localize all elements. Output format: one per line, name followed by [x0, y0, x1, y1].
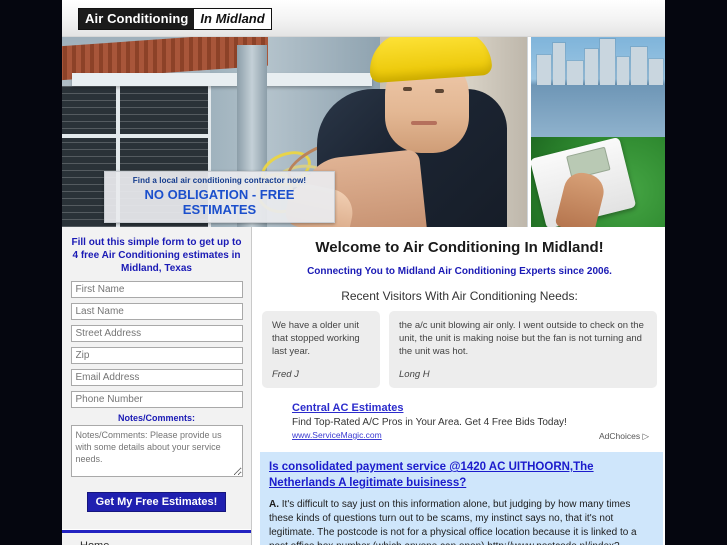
ad-title-link[interactable]: Central AC Estimates [292, 402, 403, 414]
first-name-input[interactable] [70, 281, 243, 298]
answer-prefix: A. [269, 499, 279, 511]
ad-description: Find Top-Rated A/C Pros in Your Area. Ge… [292, 417, 567, 429]
visitor-text: the a/c unit blowing air only. I went ou… [399, 320, 644, 358]
visitor-name: Fred J [272, 369, 299, 381]
notes-label: Notes/Comments: [117, 413, 195, 423]
adchoices-text: AdChoices [598, 431, 641, 442]
page-subtitle: Connecting You to Midland Air Conditioni… [307, 266, 612, 278]
hero-cta-line2: NO OBLIGATION - FREE ESTIMATES [144, 187, 295, 217]
hero-side-images [528, 37, 665, 227]
visitor-card: the a/c unit blowing air only. I went ou… [389, 311, 657, 389]
advertisement-block: Central AC Estimates Find Top-Rated A/C … [262, 400, 657, 442]
last-name-input[interactable] [70, 303, 243, 320]
adchoices-label[interactable]: AdChoices ▷ [599, 431, 649, 442]
visitor-card: We have a older unit that stopped workin… [262, 311, 380, 389]
hero-image-thermostat [528, 137, 665, 227]
email-address-input[interactable] [70, 369, 243, 386]
lead-form-intro: Fill out this simple form to get up to 4… [71, 237, 242, 274]
notes-textarea[interactable] [70, 425, 243, 477]
adchoices-triangle-icon: ▷ [642, 431, 649, 442]
logo-primary-text: Air Conditioning [79, 9, 195, 29]
hero-cta-banner[interactable]: Find a local air conditioning contractor… [104, 171, 335, 223]
answer-body: It's difficult to say just on this infor… [269, 499, 637, 545]
submit-row: Get My Free Estimates! [62, 492, 251, 512]
hero-cta-line1: Find a local air conditioning contractor… [132, 176, 307, 185]
question-answer-text: A. It's difficult to say just on this in… [269, 498, 654, 545]
page-title: Welcome to Air Conditioning In Midland! [315, 239, 604, 256]
logo-secondary-text: In Midland [194, 9, 271, 29]
street-address-input[interactable] [70, 325, 243, 342]
site-logo[interactable]: Air Conditioning In Midland [78, 8, 272, 30]
hero-banner-section: Find a local air conditioning contractor… [62, 37, 665, 227]
site-header: Air Conditioning In Midland [62, 0, 665, 37]
question-title-link[interactable]: Is consolidated payment service @1420 AC… [269, 461, 594, 489]
question-answer-box: Is consolidated payment service @1420 AC… [260, 452, 663, 545]
get-free-estimates-button[interactable]: Get My Free Estimates! [86, 492, 227, 512]
recent-visitors-list: We have a older unit that stopped workin… [262, 311, 657, 389]
visitor-text: We have a older unit that stopped workin… [272, 320, 360, 358]
recent-visitors-heading: Recent Visitors With Air Conditioning Ne… [341, 289, 578, 304]
page-body: Fill out this simple form to get up to 4… [62, 227, 665, 545]
sidebar: Fill out this simple form to get up to 4… [62, 227, 252, 545]
zip-input[interactable] [70, 347, 243, 364]
hero-image-skyline [528, 37, 665, 137]
lead-form: Notes/Comments: Get My Free Estimates! [62, 281, 251, 512]
page-container: Air Conditioning In Midland Find a local… [62, 0, 665, 545]
main-content: Welcome to Air Conditioning In Midland! … [252, 227, 665, 545]
visitor-name: Long H [399, 369, 430, 381]
sidebar-item-home[interactable]: Home [62, 533, 251, 545]
phone-number-input[interactable] [70, 391, 243, 408]
